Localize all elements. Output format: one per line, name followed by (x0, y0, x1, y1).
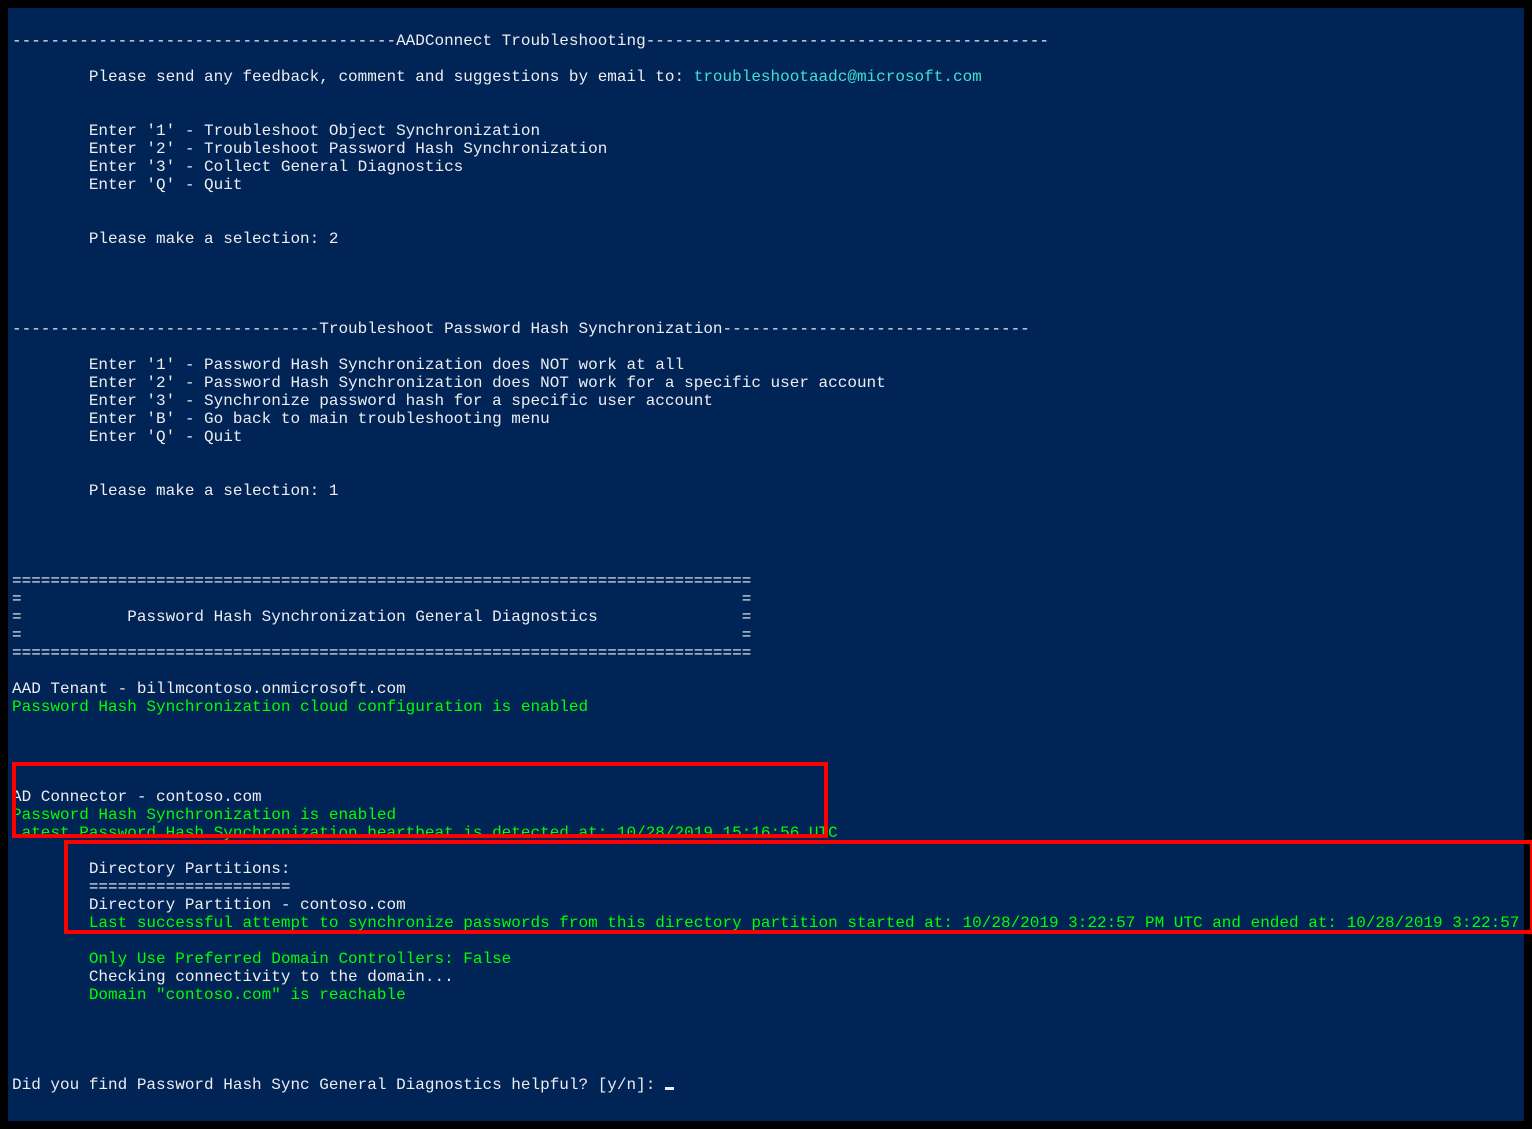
selection-prompt-2: Please make a selection: 1 (12, 482, 338, 500)
last-sync-line: Last successful attempt to synchronize p… (12, 914, 1532, 932)
final-prompt[interactable]: Did you find Password Hash Sync General … (12, 1076, 674, 1094)
submenu-rule: --------------------------------Troubles… (12, 320, 1030, 338)
submenu-option-3: Enter '3' - Synchronize password hash fo… (12, 392, 713, 410)
selection-prompt-1: Please make a selection: 2 (12, 230, 338, 248)
ad-connector-line: AD Connector - contoso.com (12, 788, 262, 806)
aad-tenant-line: AAD Tenant - billmcontoso.onmicrosoft.co… (12, 680, 406, 698)
diag-title: = Password Hash Synchronization General … (12, 608, 751, 626)
dir-partitions-header: Directory Partitions: (12, 860, 290, 878)
phs-heartbeat-line: Latest Password Hash Synchronization hea… (12, 824, 838, 842)
diag-bar-top: ========================================… (12, 572, 751, 590)
submenu-option-2: Enter '2' - Password Hash Synchronizatio… (12, 374, 886, 392)
preferred-dc-line: Only Use Preferred Domain Controllers: F… (12, 950, 511, 968)
submenu-option-b: Enter 'B' - Go back to main troubleshoot… (12, 410, 550, 428)
dir-partition-name: Directory Partition - contoso.com (12, 896, 406, 914)
dir-partitions-sep: ===================== (12, 878, 290, 896)
phs-enabled-line: Password Hash Synchronization is enabled (12, 806, 396, 824)
powershell-console[interactable]: ----------------------------------------… (4, 4, 1528, 1125)
menu-option-1: Enter '1' - Troubleshoot Object Synchron… (12, 122, 540, 140)
submenu-option-q: Enter 'Q' - Quit (12, 428, 242, 446)
menu-option-2: Enter '2' - Troubleshoot Password Hash S… (12, 140, 607, 158)
cursor-icon (665, 1087, 674, 1090)
checking-connectivity-line: Checking connectivity to the domain... (12, 968, 454, 986)
domain-reachable-line: Domain "contoso.com" is reachable (12, 986, 406, 1004)
diag-side: = = (12, 590, 751, 608)
cloud-config-line: Password Hash Synchronization cloud conf… (12, 698, 588, 716)
diag-side: = = (12, 626, 751, 644)
feedback-line: Please send any feedback, comment and su… (12, 68, 982, 86)
menu-option-q: Enter 'Q' - Quit (12, 176, 242, 194)
menu-option-3: Enter '3' - Collect General Diagnostics (12, 158, 463, 176)
feedback-email: troubleshootaadc@microsoft.com (694, 68, 982, 86)
section-rule: ----------------------------------------… (12, 32, 1049, 50)
diag-bar-bottom: ========================================… (12, 644, 751, 662)
submenu-option-1: Enter '1' - Password Hash Synchronizatio… (12, 356, 684, 374)
